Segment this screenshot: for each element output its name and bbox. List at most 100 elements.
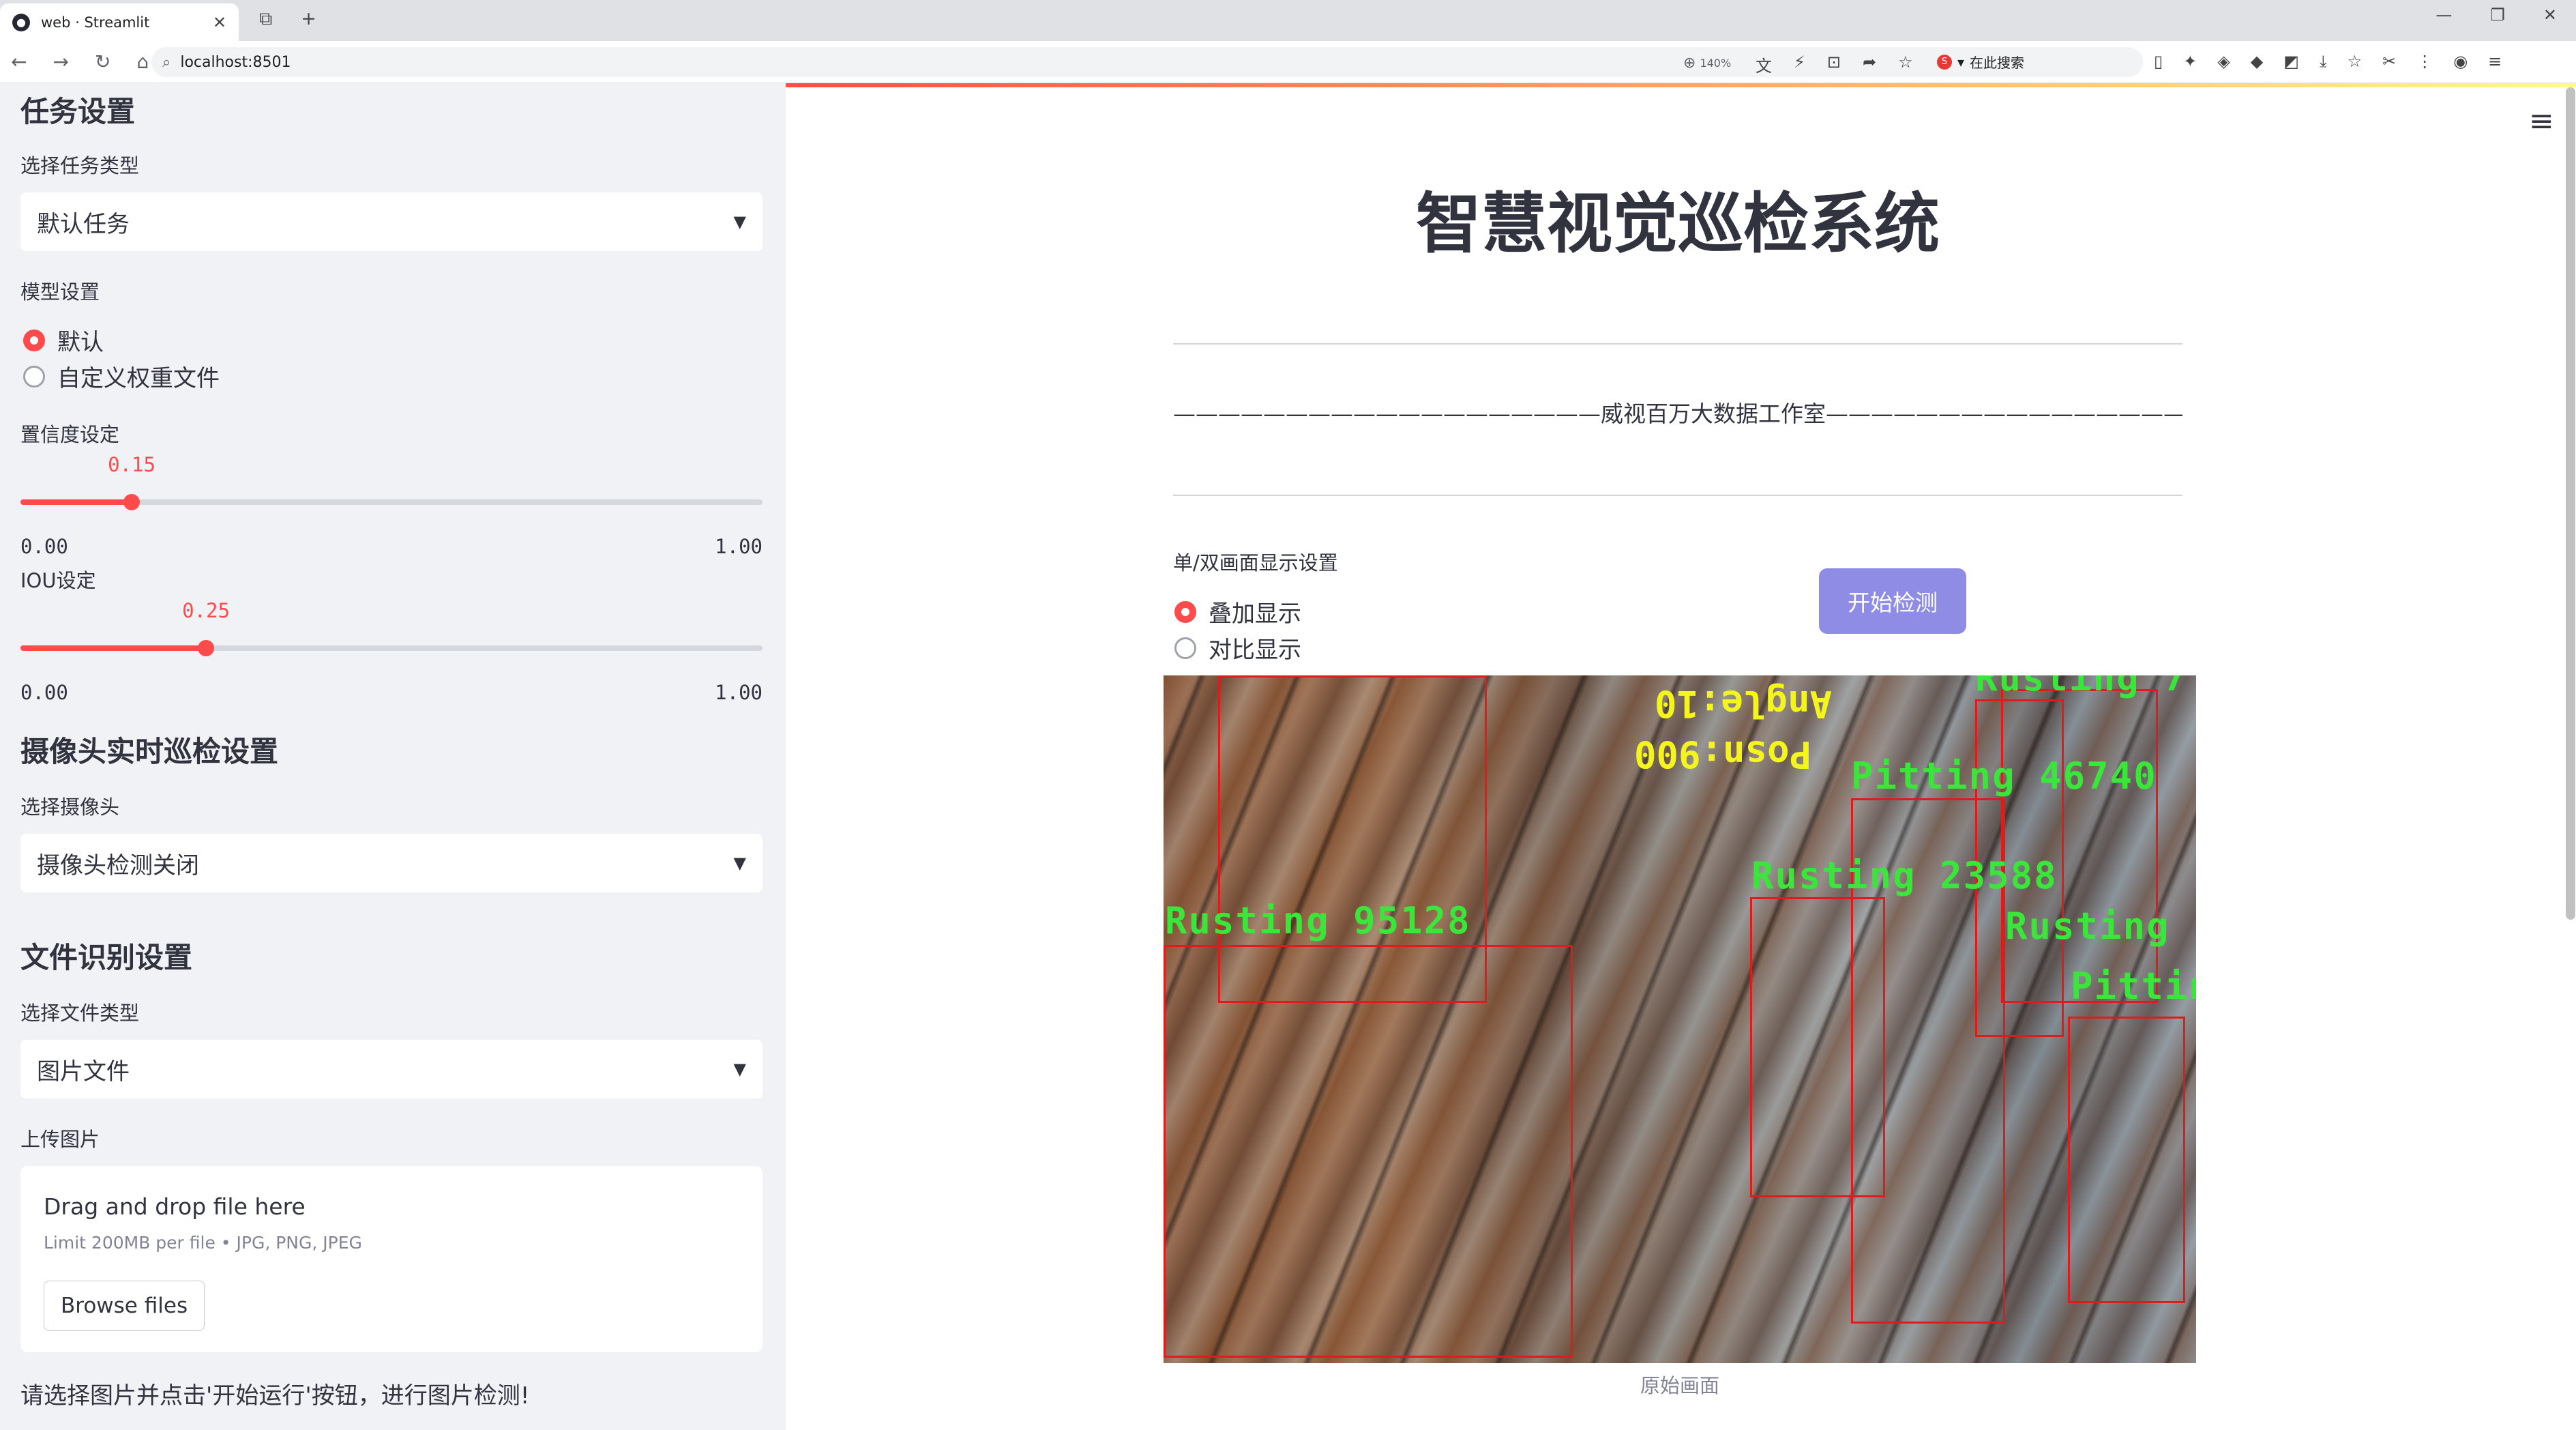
profile-avatar-icon[interactable]: ◉ — [2453, 52, 2468, 71]
display-option-label: 叠加显示 — [1209, 600, 1301, 628]
file-settings-heading: 文件识别设置 — [20, 941, 193, 974]
slider-thumb[interactable] — [198, 640, 214, 656]
detection-box — [1164, 945, 1573, 1358]
url-text: localhost:8501 — [180, 53, 291, 71]
osd-position-text: Posn:900 — [1634, 733, 1812, 776]
share-icon[interactable]: ➦ — [1863, 53, 1876, 76]
zoom-level: 140% — [1700, 57, 1732, 70]
task-settings-heading: 任务设置 — [20, 95, 136, 128]
scrollbar[interactable] — [2566, 87, 2575, 920]
search-icon: ⌕ — [162, 53, 171, 71]
radio-checked-icon — [1174, 600, 1196, 623]
detection-label: Pitting — [2071, 965, 2196, 1008]
confidence-slider[interactable]: 0.15 0.00 1.00 — [20, 453, 763, 558]
detection-label: Rusting 23588 — [1751, 854, 2058, 897]
page-subtitle: ———————————————————威视百万大数据工作室———————————… — [1173, 400, 2182, 427]
close-tab-icon[interactable]: ✕ — [213, 13, 226, 32]
slider-min: 0.00 — [20, 681, 68, 704]
screenshot-icon[interactable]: ⊡ — [1827, 53, 1841, 76]
back-icon[interactable]: ← — [11, 50, 27, 73]
translate-icon[interactable]: 文 — [1756, 53, 1772, 76]
detection-box — [2068, 1017, 2185, 1303]
slider-thumb[interactable] — [123, 494, 140, 510]
hamburger-menu-icon[interactable]: ≡ — [2529, 104, 2554, 138]
drop-title: Drag and drop file here — [44, 1193, 306, 1220]
address-bar: ← → ↻ ⌂ ⌕ localhost:8501 ⊕ 140% 文 ⚡ ⊡ ➦ … — [0, 41, 2576, 83]
extension-3-icon[interactable]: ◆ — [2251, 52, 2263, 71]
menu-icon[interactable]: ≡ — [2488, 52, 2502, 71]
task-type-label: 选择任务类型 — [20, 154, 140, 177]
extension-icon[interactable]: ✦ — [2183, 52, 2197, 71]
restore-icon[interactable]: ❐ — [2490, 5, 2505, 25]
new-tab-icon[interactable]: + — [301, 8, 316, 30]
sidebar: 任务设置 选择任务类型 默认任务 ▼ 模型设置 默认 自定义权重文件 置信度设定… — [0, 83, 786, 1430]
file-type-value: 图片文件 — [37, 1057, 130, 1085]
divider-bottom — [1173, 495, 2182, 496]
slider-min: 0.00 — [20, 535, 68, 558]
task-type-select[interactable]: 默认任务 ▼ — [20, 192, 763, 251]
chevron-down-icon: ▼ — [733, 853, 746, 873]
top-decoration-bar — [786, 83, 2576, 87]
display-radio-compare[interactable]: 对比显示 — [1174, 631, 1301, 665]
lightning-icon[interactable]: ⚡ — [1794, 53, 1805, 76]
display-setting-label: 单/双画面显示设置 — [1173, 551, 1338, 574]
zoom-indicator[interactable]: ⊕ 140% — [1683, 55, 1731, 72]
chevron-down-icon: ▼ — [733, 212, 746, 231]
reload-icon[interactable]: ↻ — [95, 50, 110, 73]
forward-icon[interactable]: → — [53, 50, 68, 73]
detection-label: Rusting 95128 — [1165, 899, 1471, 942]
radio-checked-icon — [23, 329, 45, 351]
page-title: 智慧视觉巡检系统 — [1416, 186, 1940, 262]
search-engine-box[interactable]: S ▾ 在此搜索 — [1937, 52, 2024, 72]
display-radio-overlay[interactable]: 叠加显示 — [1174, 595, 1301, 628]
slider-max: 1.00 — [715, 535, 763, 558]
model-settings-label: 模型设置 — [20, 280, 100, 304]
zoom-icon: ⊕ — [1683, 55, 1696, 72]
drop-limit: Limit 200MB per file • JPG, PNG, JPEG — [44, 1233, 362, 1253]
browser-tab[interactable]: ● web · Streamlit ✕ — [0, 3, 239, 41]
bookmark-star-icon[interactable]: ☆ — [1898, 53, 1913, 76]
model-option-label: 默认 — [57, 329, 104, 356]
extension-2-icon[interactable]: ◈ — [2217, 52, 2230, 71]
cut-icon[interactable]: ✂ — [2382, 52, 2396, 71]
mobile-icon[interactable]: ▯ — [2154, 52, 2163, 71]
detection-image: Angle:10 Posn:900 Rusting 95128 Rusting … — [1164, 675, 2196, 1363]
file-dropzone[interactable]: Drag and drop file here Limit 200MB per … — [20, 1166, 763, 1352]
camera-select-label: 选择摄像头 — [20, 796, 120, 819]
camera-settings-heading: 摄像头实时巡检设置 — [20, 735, 279, 768]
slider-current-value: 0.25 — [182, 599, 230, 622]
model-radio-custom[interactable]: 自定义权重文件 — [23, 360, 220, 393]
download-icon[interactable]: ⤓ — [2320, 52, 2327, 71]
search-engine-chevron-icon: ▾ — [1957, 53, 1965, 70]
browse-files-button[interactable]: Browse files — [44, 1281, 205, 1331]
slider-max: 1.00 — [715, 681, 763, 704]
home-icon[interactable]: ⌂ — [136, 50, 149, 73]
iou-slider[interactable]: 0.25 0.00 1.00 — [20, 599, 763, 704]
detection-label: Rusting — [2005, 905, 2170, 948]
image-caption: 原始画面 — [1640, 1374, 1719, 1397]
osd-angle-text: Angle:10 — [1655, 682, 1833, 725]
camera-select-value: 摄像头检测关闭 — [37, 851, 199, 879]
task-type-value: 默认任务 — [37, 210, 130, 238]
minimize-icon[interactable]: — — [2436, 5, 2452, 25]
detection-box — [2001, 689, 2158, 1003]
file-type-label: 选择文件类型 — [20, 1002, 140, 1025]
model-radio-default[interactable]: 默认 — [23, 323, 104, 357]
camera-select[interactable]: 摄像头检测关闭 ▼ — [20, 834, 763, 892]
divider-top — [1173, 343, 2182, 345]
search-engine-placeholder: 在此搜索 — [1970, 55, 2025, 71]
browser-tab-bar: ● web · Streamlit ✕ ⧉ + — ❐ ✕ — [0, 0, 2576, 41]
start-detection-button[interactable]: 开始检测 — [1819, 568, 1966, 634]
file-type-select[interactable]: 图片文件 ▼ — [20, 1040, 763, 1098]
favorites-icon[interactable]: ☆ — [2348, 52, 2363, 71]
tab-group-icon[interactable]: ⧉ — [259, 8, 272, 30]
close-window-icon[interactable]: ✕ — [2543, 5, 2557, 25]
more-vertical-icon[interactable]: ⋮ — [2416, 52, 2433, 71]
extension-4-icon[interactable]: ◩ — [2283, 52, 2299, 71]
slider-fill — [20, 645, 206, 651]
tab-title: web · Streamlit — [41, 14, 150, 31]
iou-label: IOU设定 — [20, 569, 96, 592]
slider-fill — [20, 499, 132, 505]
radio-unchecked-icon — [1174, 637, 1196, 659]
detection-label: Pitting 46740 — [1851, 755, 2157, 798]
